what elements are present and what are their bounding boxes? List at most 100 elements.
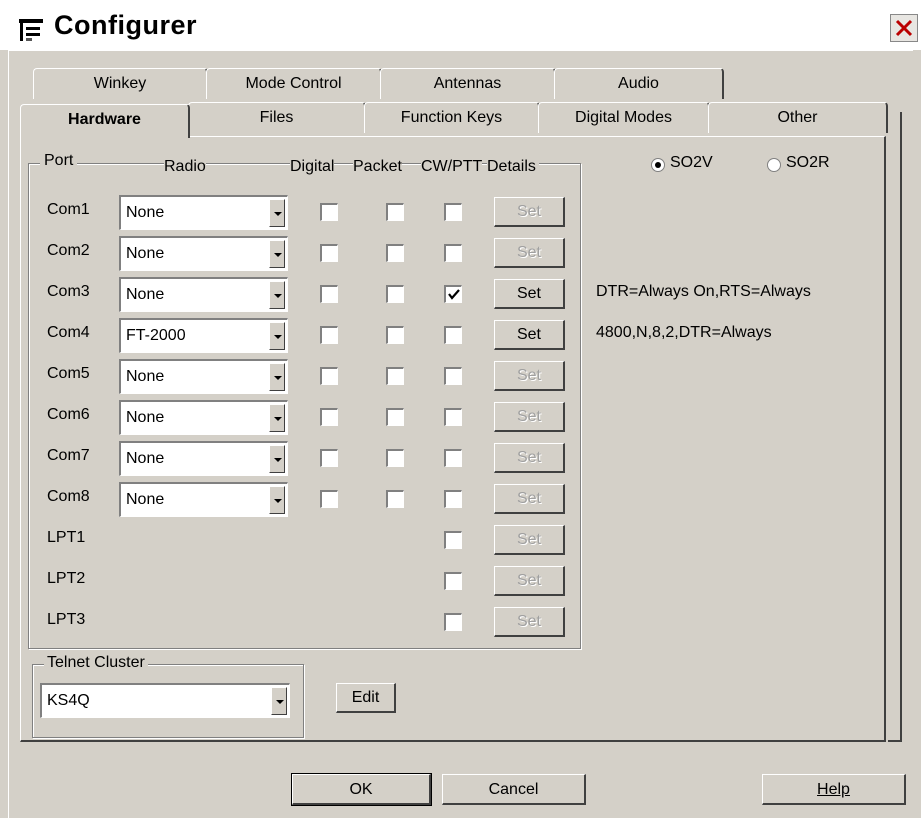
details-text-com3: DTR=Always On,RTS=Always [596,283,811,300]
set-button-com1[interactable]: Set [494,197,565,227]
radio-so2r[interactable] [767,158,781,172]
radio-select-value: None [126,491,165,508]
close-button[interactable] [890,14,918,42]
chevron-down-icon[interactable] [269,363,285,391]
tab-mode-control[interactable]: Mode Control [206,68,382,99]
radio-select-com5[interactable]: None [119,359,288,394]
cwptt-checkbox-com4[interactable] [444,326,462,344]
set-button-com5[interactable]: Set [494,361,565,391]
tab-digital-modes[interactable]: Digital Modes [538,102,710,133]
packet-checkbox-com3[interactable] [386,285,404,303]
set-button-com2[interactable]: Set [494,238,565,268]
ok-button[interactable]: OK [291,773,432,806]
digital-checkbox-com6[interactable] [320,408,338,426]
header-radio: Radio [164,158,206,176]
set-button-lpt2[interactable]: Set [494,566,565,596]
help-button[interactable]: Help [762,774,906,805]
header-digital: Digital [290,158,335,176]
tab-function-keys[interactable]: Function Keys [364,102,540,133]
radio-select-com2[interactable]: None [119,236,288,271]
edit-button[interactable]: Edit [336,683,396,713]
tab-antennas[interactable]: Antennas [380,68,556,99]
chevron-down-icon[interactable] [269,445,285,473]
details-text-com4: 4800,N,8,2,DTR=Always [596,324,772,341]
radio-select-value: None [126,204,165,221]
header-port: Port [40,152,78,170]
set-button-com3[interactable]: Set [494,279,565,309]
cwptt-checkbox-com3[interactable] [444,285,462,303]
port-label: Com4 [47,324,90,341]
cwptt-checkbox-com7[interactable] [444,449,462,467]
radio-select-com7[interactable]: None [119,441,288,476]
digital-checkbox-com4[interactable] [320,326,338,344]
cwptt-checkbox-com6[interactable] [444,408,462,426]
chevron-down-icon[interactable] [269,240,285,268]
port-label: LPT2 [47,570,86,587]
tab-audio[interactable]: Audio [554,68,724,99]
radio-select-value: None [126,450,165,467]
port-label: Com1 [47,201,90,218]
set-button-com4[interactable]: Set [494,320,565,350]
port-label: Com3 [47,283,90,300]
cwptt-checkbox-lpt3[interactable] [444,613,462,631]
tab-hardware[interactable]: Hardware [20,104,190,138]
digital-checkbox-com2[interactable] [320,244,338,262]
cwptt-checkbox-com2[interactable] [444,244,462,262]
close-icon [895,19,913,37]
cwptt-checkbox-com8[interactable] [444,490,462,508]
cancel-button[interactable]: Cancel [442,774,586,805]
header-packet: Packet [353,158,402,176]
packet-checkbox-com7[interactable] [386,449,404,467]
digital-checkbox-com8[interactable] [320,490,338,508]
cwptt-checkbox-com1[interactable] [444,203,462,221]
header-cwptt: CW/PTT [421,158,483,176]
packet-checkbox-com8[interactable] [386,490,404,508]
checkmark-icon [448,289,460,300]
radio-select-value: FT-2000 [126,327,186,344]
telnet-label: Telnet Cluster [44,654,148,672]
app-icon [19,19,43,41]
radio-select-value: None [126,368,165,385]
digital-checkbox-com5[interactable] [320,367,338,385]
chevron-down-icon[interactable] [269,322,285,350]
digital-checkbox-com1[interactable] [320,203,338,221]
set-button-lpt1[interactable]: Set [494,525,565,555]
tab-files[interactable]: Files [188,102,366,133]
chevron-down-icon[interactable] [269,486,285,514]
chevron-down-icon[interactable] [271,687,287,715]
packet-checkbox-com4[interactable] [386,326,404,344]
radio-select-com8[interactable]: None [119,482,288,517]
tab-stack-edge [888,112,902,742]
tab-other[interactable]: Other [708,102,888,133]
radio-select-com3[interactable]: None [119,277,288,312]
chevron-down-icon[interactable] [269,281,285,309]
port-label: Com6 [47,406,90,423]
set-button-com6[interactable]: Set [494,402,565,432]
radio-select-com4[interactable]: FT-2000 [119,318,288,353]
packet-checkbox-com5[interactable] [386,367,404,385]
radio-select-com1[interactable]: None [119,195,288,230]
radio-select-value: None [126,286,165,303]
set-button-com8[interactable]: Set [494,484,565,514]
chevron-down-icon[interactable] [269,404,285,432]
telnet-cluster-value: KS4Q [47,692,90,709]
cwptt-checkbox-com5[interactable] [444,367,462,385]
set-button-com7[interactable]: Set [494,443,565,473]
port-label: LPT3 [47,611,86,628]
header-details: Details [487,158,539,176]
set-button-lpt3[interactable]: Set [494,607,565,637]
radio-select-com6[interactable]: None [119,400,288,435]
packet-checkbox-com2[interactable] [386,244,404,262]
radio-select-value: None [126,409,165,426]
cwptt-checkbox-lpt1[interactable] [444,531,462,549]
digital-checkbox-com7[interactable] [320,449,338,467]
radio-so2v[interactable] [651,158,665,172]
packet-checkbox-com6[interactable] [386,408,404,426]
packet-checkbox-com1[interactable] [386,203,404,221]
chevron-down-icon[interactable] [269,199,285,227]
so2r-label: SO2R [786,154,830,171]
tab-winkey[interactable]: Winkey [33,68,208,99]
cwptt-checkbox-lpt2[interactable] [444,572,462,590]
digital-checkbox-com3[interactable] [320,285,338,303]
telnet-cluster-select[interactable]: KS4Q [40,683,290,718]
